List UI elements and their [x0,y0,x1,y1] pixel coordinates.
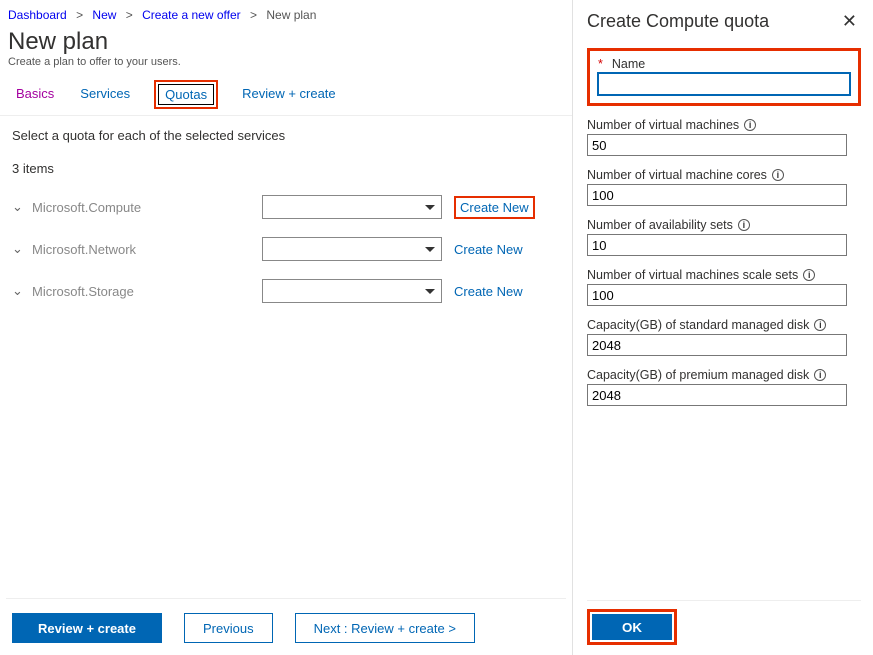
service-row-network: ⌄ Microsoft.Network Create New [6,228,566,270]
chevron-down-icon[interactable]: ⌄ [12,283,22,299]
scalesets-input[interactable] [587,284,847,306]
chevron-down-icon[interactable]: ⌄ [12,241,22,257]
quota-select-compute[interactable] [262,195,442,219]
info-icon[interactable]: i [738,219,750,231]
close-icon[interactable]: ✕ [838,9,861,34]
breadcrumb-sep: > [250,8,257,22]
divider [0,115,572,116]
field-label: Number of availability sets [587,218,733,232]
side-panel: Create Compute quota ✕ * Name Number of … [573,0,873,655]
create-new-compute[interactable]: Create New [454,196,535,219]
field-label: Capacity(GB) of premium managed disk [587,368,809,382]
breadcrumb-link[interactable]: Dashboard [8,8,67,22]
field-scalesets: Number of virtual machines scale sets i [587,268,861,306]
required-star: * [598,57,603,71]
info-icon[interactable]: i [744,119,756,131]
breadcrumb-link[interactable]: New [92,8,116,22]
tab-services[interactable]: Services [78,82,132,109]
create-new-storage[interactable]: Create New [454,284,523,299]
ok-button[interactable]: OK [592,614,672,640]
info-icon[interactable]: i [803,269,815,281]
tab-review[interactable]: Review + create [240,82,338,109]
tab-quotas-label: Quotas [158,84,214,105]
field-label: * Name [598,57,850,71]
quota-select-storage[interactable] [262,279,442,303]
main-blade: Dashboard > New > Create a new offer > N… [0,0,573,655]
page-subtitle: Create a plan to offer to your users. [8,56,566,68]
service-label: Microsoft.Compute [32,200,262,215]
field-label: Number of virtual machines scale sets [587,268,798,282]
field-label: Number of virtual machine cores [587,168,767,182]
breadcrumb-sep: > [126,8,133,22]
info-icon[interactable]: i [814,369,826,381]
page-title: New plan [8,28,566,56]
info-icon[interactable]: i [772,169,784,181]
tab-basics[interactable]: Basics [14,82,56,109]
panel-header: Create Compute quota ✕ [587,6,861,36]
service-row-compute: ⌄ Microsoft.Compute Create New [6,186,566,228]
section-prompt: Select a quota for each of the selected … [6,124,566,161]
review-create-button[interactable]: Review + create [12,613,162,643]
field-label: Capacity(GB) of standard managed disk [587,318,809,332]
panel-title: Create Compute quota [587,11,769,32]
breadcrumb-current: New plan [266,8,316,22]
quota-select-network[interactable] [262,237,442,261]
field-std-disk: Capacity(GB) of standard managed disk i [587,318,861,356]
field-availsets: Number of availability sets i [587,218,861,256]
tab-bar: Basics Services Quotas Review + create [6,82,566,115]
name-highlight-box: * Name [587,48,861,106]
vms-input[interactable] [587,134,847,156]
breadcrumb-link[interactable]: Create a new offer [142,8,241,22]
breadcrumb-sep: > [76,8,83,22]
service-label: Microsoft.Storage [32,284,262,299]
std-disk-input[interactable] [587,334,847,356]
next-button[interactable]: Next : Review + create > [295,613,475,643]
tab-quotas[interactable]: Quotas [154,80,218,109]
service-row-storage: ⌄ Microsoft.Storage Create New [6,270,566,312]
breadcrumb: Dashboard > New > Create a new offer > N… [6,8,566,26]
panel-footer: OK [587,600,861,645]
item-count: 3 items [6,161,566,186]
service-label: Microsoft.Network [32,242,262,257]
availsets-input[interactable] [587,234,847,256]
field-cores: Number of virtual machine cores i [587,168,861,206]
info-icon[interactable]: i [814,319,826,331]
name-input[interactable] [598,73,850,95]
chevron-down-icon[interactable]: ⌄ [12,199,22,215]
field-name: * Name [587,48,861,106]
prem-disk-input[interactable] [587,384,847,406]
ok-highlight-box: OK [587,609,677,645]
previous-button[interactable]: Previous [184,613,273,643]
footer-buttons: Review + create Previous Next : Review +… [6,598,566,649]
field-prem-disk: Capacity(GB) of premium managed disk i [587,368,861,406]
name-label-text: Name [612,57,645,71]
cores-input[interactable] [587,184,847,206]
create-new-network[interactable]: Create New [454,242,523,257]
field-label: Number of virtual machines [587,118,739,132]
field-vms: Number of virtual machines i [587,118,861,156]
